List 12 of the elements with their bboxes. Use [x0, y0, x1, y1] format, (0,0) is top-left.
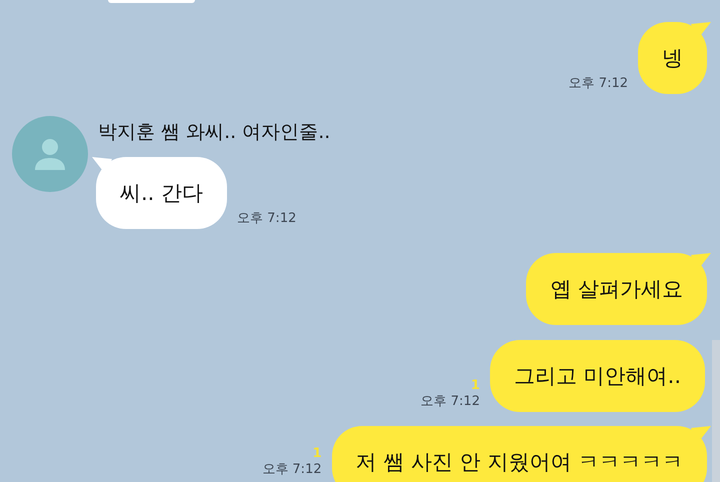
message-bubble: 저 쌤 사진 안 지웠어여 ㅋㅋㅋㅋㅋ: [332, 426, 707, 482]
sender-name: 박지훈 쌤 와씨.. 여자인줄..: [98, 120, 330, 144]
message-time: 오후 7:12: [237, 211, 296, 227]
message-bubble: 씨.. 간다: [96, 157, 228, 229]
unread-count: 1: [312, 446, 322, 462]
message-time: 오후 7:12: [420, 394, 480, 410]
message-bubble: 옙 살펴가세요: [526, 253, 707, 325]
message-bubble: 그리고 미안해여..: [490, 340, 705, 412]
message-bubble: 넹: [638, 22, 707, 94]
message-time: 오후 7:12: [568, 76, 628, 92]
unread-count: 1: [470, 378, 480, 394]
message-time: 오후 7:12: [262, 462, 322, 478]
